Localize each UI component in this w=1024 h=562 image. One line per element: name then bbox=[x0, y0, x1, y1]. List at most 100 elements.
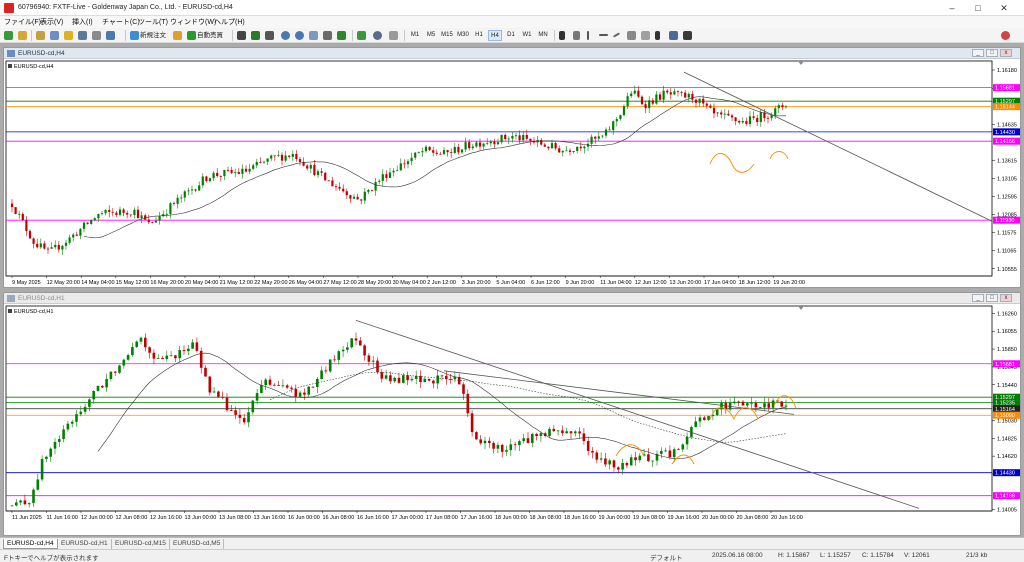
candle-body bbox=[284, 155, 287, 161]
chart-window-h4[interactable]: EURUSD-cd,H4 _ □ x EURUSD-cd,H4 1.16180 1.… bbox=[3, 47, 1021, 288]
x-axis-label: 3 Jun 20:00 bbox=[462, 280, 491, 286]
zoom-in-button[interactable] bbox=[280, 30, 292, 41]
timeframe-h1[interactable]: H1 bbox=[472, 30, 486, 41]
channel-button[interactable] bbox=[626, 30, 638, 41]
horizontal-line-button[interactable] bbox=[598, 30, 610, 41]
chart-h1-canvas[interactable]: EURUSD-cd,H1 1.162601.160551.158501.15645… bbox=[4, 304, 1020, 535]
menu-tools[interactable]: ツール(T) bbox=[138, 17, 168, 27]
tab-eurusd-h4[interactable]: EURUSD-cd,H4 bbox=[3, 539, 58, 549]
templates-button[interactable] bbox=[388, 30, 400, 41]
candle-body bbox=[522, 134, 525, 141]
minimize-icon[interactable]: _ bbox=[972, 49, 984, 57]
close-icon[interactable]: ✕ bbox=[992, 2, 1016, 14]
candle-body bbox=[79, 411, 83, 415]
candle-body bbox=[36, 243, 39, 248]
indicators-button[interactable] bbox=[356, 30, 368, 41]
new-order-button[interactable]: 新規注文 bbox=[129, 30, 167, 41]
minimize-icon[interactable]: _ bbox=[972, 294, 984, 302]
tile-windows-button[interactable] bbox=[308, 30, 320, 41]
candle-body bbox=[345, 191, 348, 196]
navigator-button[interactable] bbox=[63, 30, 75, 41]
x-axis-label: 13 Jun 00:00 bbox=[185, 515, 217, 521]
menu-window[interactable]: ウィンドウ(W) bbox=[170, 17, 216, 27]
auto-trade-button[interactable]: 自動売買 bbox=[186, 30, 224, 41]
close-icon[interactable]: x bbox=[1000, 49, 1012, 57]
candle-body bbox=[763, 403, 766, 408]
tab-eurusd-m15[interactable]: EURUSD-cd,M15 bbox=[112, 539, 170, 549]
chart-shift-button[interactable] bbox=[322, 30, 334, 41]
maximize-icon[interactable]: □ bbox=[966, 2, 990, 14]
candle-body bbox=[320, 370, 323, 379]
chart-h4-canvas[interactable]: EURUSD-cd,H41.161801.156511.146351.13615… bbox=[4, 59, 1020, 287]
terminal-button[interactable] bbox=[77, 30, 89, 41]
candle-body bbox=[147, 219, 150, 223]
autoscroll-button[interactable] bbox=[336, 30, 348, 41]
new-chart-button[interactable] bbox=[3, 30, 15, 41]
options-button[interactable] bbox=[105, 30, 117, 41]
candle-body bbox=[496, 444, 500, 449]
metaeditor-button[interactable] bbox=[172, 30, 184, 41]
chart-menu-icon[interactable] bbox=[8, 64, 12, 68]
menu-file[interactable]: ファイル(F) bbox=[4, 17, 41, 27]
arrows-button[interactable] bbox=[682, 30, 694, 41]
bar-chart-button[interactable] bbox=[236, 30, 248, 41]
cursor-button[interactable] bbox=[558, 30, 567, 41]
label-button[interactable] bbox=[668, 30, 680, 41]
candle-body bbox=[410, 157, 413, 162]
cursor-icon bbox=[559, 31, 565, 40]
tester-button[interactable] bbox=[91, 30, 103, 41]
x-axis-label: 12 Jun 12:00 bbox=[635, 280, 667, 286]
chart-window-h1[interactable]: EURUSD-cd,H1 _ □ x EURUSD-cd,H1 1.16260 1.… bbox=[3, 292, 1021, 536]
candle-body bbox=[504, 134, 507, 140]
timeframe-m1[interactable]: M1 bbox=[408, 30, 422, 41]
candle-body bbox=[151, 222, 154, 224]
candle-body bbox=[402, 375, 405, 383]
candlestick-button[interactable] bbox=[250, 30, 262, 41]
timeframe-m30[interactable]: M30 bbox=[456, 30, 470, 41]
menu-view[interactable]: 表示(V) bbox=[40, 17, 63, 27]
candle-body bbox=[766, 118, 770, 119]
restore-icon[interactable]: □ bbox=[986, 294, 998, 302]
candle-body bbox=[104, 210, 107, 214]
crosshair-button[interactable] bbox=[572, 30, 582, 41]
candle-body bbox=[118, 209, 122, 215]
candle-body bbox=[223, 169, 226, 177]
y-axis-label: 1.12595 bbox=[997, 195, 1017, 201]
menu-help[interactable]: ヘルプ(H) bbox=[214, 17, 245, 27]
tab-eurusd-h1[interactable]: EURUSD-cd,H1 bbox=[58, 539, 112, 549]
tab-eurusd-m5[interactable]: EURUSD-cd,M5 bbox=[170, 539, 225, 549]
chart-menu-icon[interactable] bbox=[8, 309, 12, 313]
minimize-icon[interactable]: – bbox=[940, 2, 964, 14]
candle-body bbox=[23, 500, 27, 505]
timeframe-mn[interactable]: MN bbox=[536, 30, 550, 41]
vertical-line-button[interactable] bbox=[586, 30, 591, 41]
candle-body bbox=[238, 414, 242, 418]
candle-body bbox=[49, 448, 52, 457]
periods-button[interactable] bbox=[372, 30, 384, 41]
candle-body bbox=[180, 197, 183, 199]
timeframe-m5[interactable]: M5 bbox=[424, 30, 438, 41]
trendline-button[interactable] bbox=[612, 30, 622, 41]
candle-body bbox=[730, 115, 734, 118]
candle-body bbox=[165, 213, 168, 215]
line-chart-button[interactable] bbox=[264, 30, 276, 41]
metaeditor-icon bbox=[173, 31, 182, 40]
profiles-button[interactable] bbox=[17, 30, 29, 41]
timeframe-d1[interactable]: D1 bbox=[504, 30, 518, 41]
restore-icon[interactable]: □ bbox=[986, 49, 998, 57]
candle-body bbox=[673, 91, 676, 95]
text-button[interactable] bbox=[654, 30, 662, 41]
menu-chart[interactable]: チャート(C) bbox=[102, 17, 140, 27]
data-window-button[interactable] bbox=[49, 30, 61, 41]
x-axis-label: 11 Jun 16:00 bbox=[47, 515, 78, 521]
fibonacci-button[interactable] bbox=[640, 30, 652, 41]
candle-body bbox=[619, 115, 622, 119]
search-button[interactable] bbox=[1000, 30, 1012, 41]
zoom-out-button[interactable] bbox=[294, 30, 306, 41]
close-icon[interactable]: x bbox=[1000, 294, 1012, 302]
timeframe-h4[interactable]: H4 bbox=[488, 30, 502, 41]
menu-insert[interactable]: 挿入(I) bbox=[72, 17, 93, 27]
timeframe-w1[interactable]: W1 bbox=[520, 30, 534, 41]
timeframe-m15[interactable]: M15 bbox=[440, 30, 454, 41]
market-watch-button[interactable] bbox=[35, 30, 47, 41]
